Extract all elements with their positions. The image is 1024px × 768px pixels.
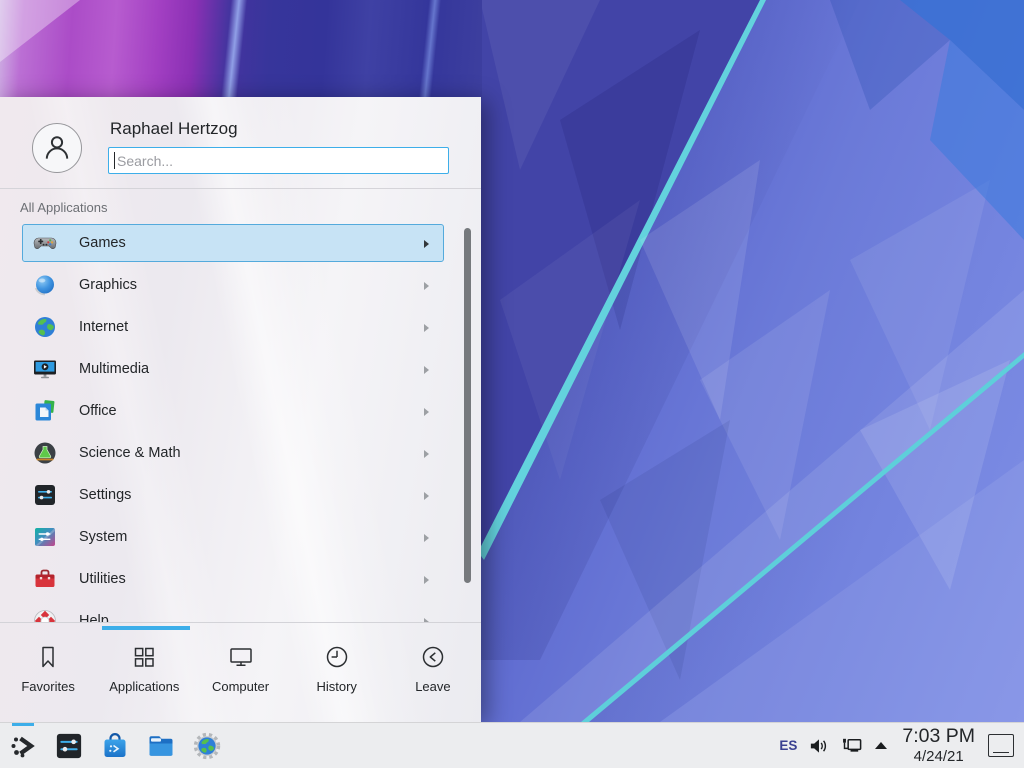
category-label: System — [79, 529, 127, 545]
folder-icon — [146, 731, 176, 761]
user-avatar[interactable] — [32, 123, 82, 173]
monitor-play-icon — [32, 356, 58, 382]
computer-icon — [227, 643, 255, 671]
active-task-indicator — [12, 723, 34, 726]
sliders-dark-icon — [32, 482, 58, 508]
documents-icon — [32, 398, 58, 424]
digital-clock[interactable]: 7:03 PM 4/24/21 — [902, 727, 975, 764]
tab-label: Applications — [109, 679, 179, 694]
user-name: Raphael Hertzog — [110, 119, 238, 139]
submenu-arrow-icon — [424, 282, 429, 290]
category-label: Internet — [79, 319, 128, 335]
search-input[interactable] — [108, 147, 449, 174]
bookmark-icon — [34, 643, 62, 671]
discover-button[interactable] — [100, 723, 130, 768]
clock-icon — [323, 643, 351, 671]
clock-date: 4/24/21 — [902, 749, 975, 764]
leave-circle-icon — [419, 643, 447, 671]
submenu-arrow-icon — [424, 450, 429, 458]
toolbox-icon — [32, 566, 58, 592]
lifebuoy-icon — [32, 608, 58, 622]
gamepad-icon — [32, 230, 58, 256]
tab-applications[interactable]: Applications — [96, 623, 192, 722]
launcher-header: Raphael Hertzog — [0, 97, 481, 189]
scrollbar[interactable] — [464, 228, 471, 583]
keyboard-layout-indicator[interactable]: ES — [779, 738, 797, 753]
category-label: Help — [79, 613, 109, 622]
kickoff-icon — [8, 731, 38, 761]
submenu-arrow-icon — [424, 576, 429, 584]
show-desktop-button[interactable] — [988, 734, 1014, 757]
search-field-wrap — [108, 147, 449, 174]
wallpaper-streak — [0, 0, 90, 70]
flask-icon — [32, 440, 58, 466]
globe-icon — [32, 314, 58, 340]
network-icon[interactable] — [840, 736, 863, 756]
file-manager-button[interactable] — [146, 723, 176, 768]
category-label: Settings — [79, 487, 131, 503]
category-games[interactable]: Games — [22, 224, 444, 262]
person-icon — [40, 131, 74, 165]
tab-label: Favorites — [21, 679, 74, 694]
tab-favorites[interactable]: Favorites — [0, 623, 96, 722]
tab-history[interactable]: History — [289, 623, 385, 722]
launcher-tabbar: Favorites Applications Computer — [0, 622, 481, 722]
wallpaper-streak — [419, 0, 441, 99]
volume-icon[interactable] — [808, 736, 829, 756]
submenu-arrow-icon — [424, 366, 429, 374]
text-caret — [114, 152, 115, 169]
category-graphics[interactable]: Graphics — [22, 266, 444, 304]
submenu-arrow-icon — [424, 492, 429, 500]
tab-label: Computer — [212, 679, 269, 694]
category-settings[interactable]: Settings — [22, 476, 444, 514]
web-browser-button[interactable] — [192, 723, 222, 768]
settings-app-icon — [54, 731, 84, 761]
category-multimedia[interactable]: Multimedia — [22, 350, 444, 388]
submenu-arrow-icon — [424, 324, 429, 332]
grid-icon — [130, 643, 158, 671]
tab-label: Leave — [415, 679, 450, 694]
taskbar-panel: ES 7:03 PM 4/24/21 — [0, 722, 1024, 768]
tab-computer[interactable]: Computer — [192, 623, 288, 722]
clock-time: 7:03 PM — [902, 727, 975, 747]
category-label: Utilities — [79, 571, 126, 587]
desktop: Raphael Hertzog All Applications — [0, 0, 1024, 768]
system-settings-button[interactable] — [54, 723, 84, 768]
sphere-icon — [32, 272, 58, 298]
category-label: Games — [79, 235, 126, 251]
expand-up-icon[interactable] — [874, 741, 888, 750]
application-launcher-popup: Raphael Hertzog All Applications — [0, 97, 481, 722]
submenu-arrow-icon — [424, 408, 429, 416]
submenu-arrow-icon — [424, 240, 429, 248]
sliders-gradient-icon — [32, 524, 58, 550]
category-help[interactable]: Help — [22, 602, 444, 622]
tab-label: History — [316, 679, 356, 694]
category-label: Office — [79, 403, 117, 419]
submenu-arrow-icon — [424, 534, 429, 542]
category-label: Multimedia — [79, 361, 149, 377]
app-launcher-button[interactable] — [8, 723, 38, 768]
tab-leave[interactable]: Leave — [385, 623, 481, 722]
category-office[interactable]: Office — [22, 392, 444, 430]
software-bag-icon — [100, 731, 130, 761]
system-tray: ES — [779, 736, 888, 756]
category-label: Science & Math — [79, 445, 181, 461]
wallpaper-purple-strip — [0, 0, 482, 99]
globe-gear-icon — [192, 731, 222, 761]
category-utilities[interactable]: Utilities — [22, 560, 444, 598]
active-tab-indicator — [102, 626, 190, 630]
category-internet[interactable]: Internet — [22, 308, 444, 346]
category-system[interactable]: System — [22, 518, 444, 556]
wallpaper-streak — [221, 0, 247, 99]
category-science-math[interactable]: Science & Math — [22, 434, 444, 472]
all-applications-label: All Applications — [20, 200, 107, 215]
category-list: Games Graphics — [0, 224, 481, 622]
category-label: Graphics — [79, 277, 137, 293]
